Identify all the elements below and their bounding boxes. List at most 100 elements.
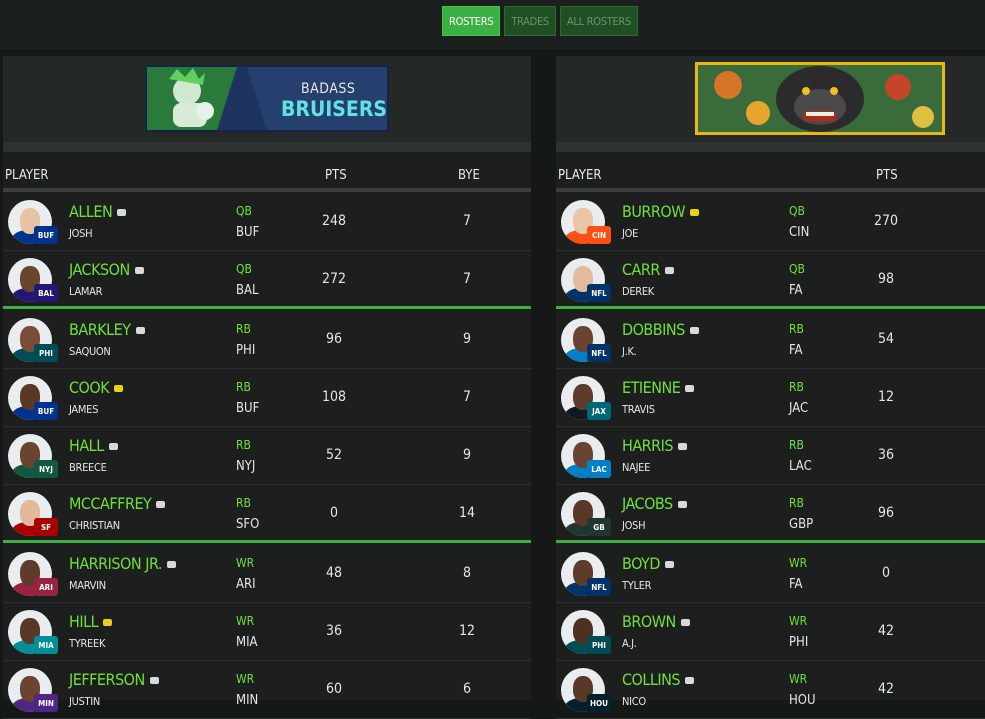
player-first-name: CHRISTIAN [69,519,120,532]
player-row[interactable]: MIN JEFFERSON JUSTIN WR MIN 60 6 [3,662,531,719]
player-row[interactable]: MIA HILL TYREEK WR MIA 36 12 [3,604,531,661]
note-icon[interactable] [685,385,695,392]
player-row[interactable]: BUF ALLEN JOSH QB BUF 248 7 [3,194,531,251]
note-icon[interactable] [149,677,159,684]
note-icon[interactable] [685,677,695,684]
last-name-text[interactable]: ETIENNE [622,378,681,397]
player-points: 36 [325,623,343,639]
note-icon[interactable] [678,443,688,450]
player-row[interactable]: NFL CARR DEREK QB FA 98 [556,252,985,309]
team-logo-icon: MIA [34,636,58,654]
last-name-text[interactable]: HILL [69,612,99,631]
player-last-name[interactable]: DOBBINS [622,320,699,339]
last-name-text[interactable]: BOYD [622,554,660,573]
player-last-name[interactable]: ALLEN [69,202,127,221]
last-name-text[interactable]: JACOBS [622,494,673,513]
tab-rosters[interactable]: ROSTERS [442,6,501,36]
last-name-text[interactable]: ALLEN [69,202,113,221]
note-icon[interactable] [156,501,166,508]
player-last-name[interactable]: COOK [69,378,124,397]
player-row[interactable]: GB JACOBS JOSH RB GBP 96 [556,486,985,543]
player-row[interactable]: CIN BURROW JOE QB CIN 270 [556,194,985,251]
note-icon[interactable] [677,501,687,508]
note-icon[interactable] [664,561,674,568]
note-icon[interactable] [664,267,674,274]
player-bye-week: 7 [462,389,471,405]
note-icon[interactable] [689,327,699,334]
player-position: WR [236,556,255,570]
player-row[interactable]: ARI HARRISON JR. MARVIN WR ARI 48 8 [3,546,531,603]
header-player: PLAYER [558,168,602,183]
player-last-name[interactable]: JACOBS [622,494,687,513]
note-icon[interactable] [689,209,699,216]
note-icon[interactable] [135,327,145,334]
player-team: PHI [789,635,809,650]
player-first-name: DEREK [622,285,654,298]
player-last-name[interactable]: JACKSON [69,260,144,279]
player-row[interactable]: JAX ETIENNE TRAVIS RB JAC 12 [556,370,985,427]
player-last-name[interactable]: COLLINS [622,670,695,689]
player-last-name[interactable]: MCCAFFREY [69,494,166,513]
player-last-name[interactable]: BROWN [622,612,690,631]
team-logo-icon: ARI [34,578,58,596]
player-last-name[interactable]: BOYD [622,554,674,573]
last-name-text[interactable]: COOK [69,378,110,397]
player-last-name[interactable]: HARRIS [622,436,688,455]
player-last-name[interactable]: HILL [69,612,113,631]
team-logo-badass-bruisers: BADASS BRUISERS [145,65,389,132]
last-name-text[interactable]: MCCAFFREY [69,494,152,513]
player-row[interactable]: BAL JACKSON LAMAR QB BAL 272 7 [3,252,531,309]
note-icon[interactable] [134,267,144,274]
note-icon[interactable] [680,619,690,626]
player-last-name[interactable]: JEFFERSON [69,670,159,689]
player-last-name[interactable]: BURROW [622,202,699,221]
note-icon[interactable] [103,619,113,626]
last-name-text[interactable]: HALL [69,436,104,455]
player-row[interactable]: BUF COOK JAMES RB BUF 108 7 [3,370,531,427]
player-row[interactable]: LAC HARRIS NAJEE RB LAC 36 [556,428,985,485]
left-roster-panel: BADASS BRUISERS PLAYER PTS BYE BUF ALLEN J… [3,56,531,719]
player-row[interactable]: NFL BOYD TYLER WR FA 0 [556,546,985,603]
player-position: QB [789,204,805,218]
player-row[interactable]: SF MCCAFFREY CHRISTIAN RB SFO 0 14 [3,486,531,543]
note-icon[interactable] [114,385,124,392]
player-last-name[interactable]: HARRISON JR. [69,554,176,573]
player-points: 12 [877,389,895,405]
last-name-text[interactable]: CARR [622,260,660,279]
player-row[interactable]: PHI BARKLEY SAQUON RB PHI 96 9 [3,312,531,369]
last-name-text[interactable]: DOBBINS [622,320,685,339]
player-row[interactable]: PHI BROWN A.J. WR PHI 42 [556,604,985,661]
player-points: 52 [325,447,343,463]
player-first-name: NAJEE [622,461,651,474]
last-name-text[interactable]: JEFFERSON [69,670,145,689]
player-position: QB [789,262,805,276]
last-name-text[interactable]: BARKLEY [69,320,131,339]
last-name-text[interactable]: HARRIS [622,436,674,455]
player-bye-week: 12 [458,623,476,639]
tab-trades[interactable]: TRADES [504,6,556,36]
note-icon[interactable] [108,443,118,450]
player-position: WR [236,614,255,628]
player-bye-week: 9 [462,447,471,463]
player-last-name[interactable]: ETIENNE [622,378,695,397]
player-row[interactable]: NFL DOBBINS J.K. RB FA 54 [556,312,985,369]
player-last-name[interactable]: CARR [622,260,674,279]
team-logo-icon: PHI [34,344,58,362]
note-icon[interactable] [117,209,127,216]
note-icon[interactable] [166,561,176,568]
last-name-text[interactable]: HARRISON JR. [69,554,162,573]
last-name-text[interactable]: COLLINS [622,670,681,689]
last-name-text[interactable]: BROWN [622,612,676,631]
last-name-text[interactable]: JACKSON [69,260,130,279]
player-points: 48 [325,565,343,581]
last-name-text[interactable]: BURROW [622,202,685,221]
player-last-name[interactable]: BARKLEY [69,320,145,339]
player-points: 98 [877,271,895,287]
player-row[interactable]: HOU COLLINS NICO WR HOU 42 [556,662,985,719]
tab-all-rosters[interactable]: ALL ROSTERS [559,6,638,36]
player-first-name: JOSH [69,227,93,240]
player-last-name[interactable]: HALL [69,436,118,455]
team-logo-icon: GB [587,518,611,536]
player-row[interactable]: NYJ HALL BREECE RB NYJ 52 9 [3,428,531,485]
team-banner-right [556,56,985,152]
